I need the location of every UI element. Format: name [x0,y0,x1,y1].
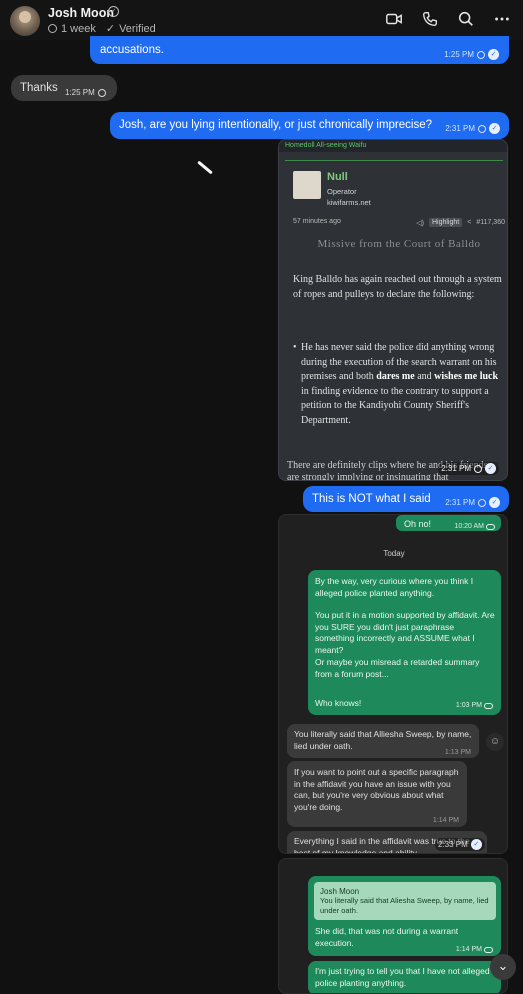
message-text: You put it in a motion supported by affi… [315,610,495,655]
react-icon[interactable]: ☺ [486,733,504,751]
read-receipt-icon: ✓ [489,497,500,508]
list-text: in finding evidence to the contrary to s… [301,385,489,426]
forum-post: Null Operator kiwifarms.net 57 minutes a… [285,160,505,348]
clock-icon [97,88,106,97]
message-outgoing[interactable]: Josh, are you lying intentionally, or ju… [110,112,509,139]
message-text: Or maybe you misread a retarded summary … [315,657,480,679]
header-actions [385,10,511,28]
share-icon: < [467,219,472,226]
message-time: 2:31 PM ✓ [445,495,500,510]
message-incoming: You literally said that Alliesha Sweep, … [287,724,479,758]
more-icon[interactable] [493,10,511,28]
message-text: Josh, are you lying intentionally, or ju… [119,119,432,131]
quoted-message: Josh Moon You literally said that Aliesh… [314,882,496,920]
speaker-icon: ◁) [416,219,424,227]
message-time: 1:14 PM [456,944,493,956]
post-time: 57 minutes ago [293,218,341,225]
chat-header: Josh Moon ✓ 1 week ✓ Verified [0,0,523,40]
contact-status: 1 week ✓ Verified [48,22,156,35]
time-label: 1:25 PM [65,88,95,97]
image-message-chat-screenshot[interactable]: Oh no! 10:20 AM Today By the way, very c… [278,514,508,854]
message-text: This is NOT what I said [312,493,431,505]
message-outgoing[interactable]: This is NOT what I said 2:31 PM ✓ [303,486,509,512]
message-outgoing[interactable]: accusations. 1:25 PM ✓ [90,36,509,64]
time-label: 1:25 PM [444,50,474,59]
post-list-item: • He has never said the police did anythi… [293,341,501,428]
message-time: 1:14 PM [433,815,459,827]
time-label: 1:14 PM [432,817,459,824]
bullet-icon: • [293,342,297,353]
time-label: 1:13 PM [444,749,471,756]
scroll-down-button[interactable]: ⌄ [490,954,516,980]
message-time: 1:13 PM [445,747,471,759]
date-divider: Today [383,549,405,558]
time-label: 2:31 PM [445,124,475,133]
verified-badge-icon: ✓ [108,6,119,17]
phone-icon[interactable] [421,10,439,28]
message-incoming: If you want to point out a specific para… [287,761,467,827]
last-seen: 1 week [61,22,96,35]
message-time: 1:03 PM [456,700,493,712]
video-icon[interactable] [385,10,403,28]
message-text: Oh no! [404,519,432,529]
post-heading: Missive from the Court of Balldo [317,238,481,250]
message-outgoing: I'm just trying to tell you that I have … [308,961,501,993]
clock-icon [48,24,57,33]
clock-icon [478,124,486,133]
time-label: 2:33 PM [438,840,468,849]
message-outgoing: By the way, very curious where you think… [308,570,501,715]
read-receipt-icon: ✓ [470,839,482,850]
forum-post-meta: 57 minutes ago ◁) Highlight < #117,360 [293,218,505,227]
message-time: 2:31 PM ✓ [438,462,499,475]
message-time: 1:25 PM [65,85,106,100]
read-receipt-icon: ✓ [485,463,496,474]
image-message-chat-screenshot[interactable]: Josh Moon You literally said that Aliesh… [278,858,508,994]
message-time: 1:25 PM ✓ [444,47,499,62]
highlight-badge: Highlight [428,218,463,227]
time-label: 2:31 PM [441,464,471,473]
forum-user-site: kiwifarms.net [327,198,371,207]
clock-icon [478,498,486,507]
forum-username: Null [327,171,348,183]
message-text: Who knows! [315,698,362,708]
forum-user-role: Operator [327,187,357,196]
message-time: 2:31 PM ✓ [445,121,500,136]
read-receipt-icon [484,702,493,709]
message-text: By the way, very curious where you think… [315,576,474,598]
message-text: If you want to point out a specific para… [294,767,459,812]
time-label: 2:31 PM [445,498,475,507]
message-incoming[interactable]: Thanks 1:25 PM [11,75,117,101]
post-number: #117,360 [476,219,505,226]
time-label: 10:20 AM [454,523,484,530]
read-receipt-icon [486,523,495,530]
list-bold: dares me [376,371,415,382]
read-receipt-icon [484,946,493,953]
message-text: I'm just trying to tell you that I have … [315,966,490,988]
time-label: 1:03 PM [455,702,482,709]
quoted-text: You literally said that Aliesha Sweep, b… [320,896,489,915]
list-bold: wishes me luck [434,371,499,382]
clock-icon [474,464,482,473]
clock-icon [477,50,485,59]
read-receipt-icon: ✓ [488,49,499,60]
verified-label: Verified [119,22,156,35]
message-outgoing: Oh no! 10:20 AM [396,515,501,531]
list-text: and [414,371,435,382]
avatar[interactable] [10,6,40,36]
search-icon[interactable] [457,10,475,28]
post-body: King Balldo has again reached out throug… [293,274,502,300]
read-receipt-icon: ✓ [489,123,500,134]
forum-user-banner: Homedoll All-seeing Waifu [279,140,507,152]
image-message-forum-post[interactable]: Homedoll All-seeing Waifu Null Operator … [278,139,508,481]
message-outgoing: Josh Moon You literally said that Aliesh… [308,876,501,956]
message-text: accusations. [100,44,164,56]
checkmark-icon: ✓ [105,23,116,35]
forum-avatar [293,171,321,199]
contact-name[interactable]: Josh Moon [48,6,114,20]
message-time: 2:33 PM ✓ [435,838,485,851]
message-time: 10:20 AM [454,519,495,534]
message-text: Thanks [20,82,58,94]
time-label: 1:14 PM [455,946,482,953]
cursor-icon [197,160,213,175]
